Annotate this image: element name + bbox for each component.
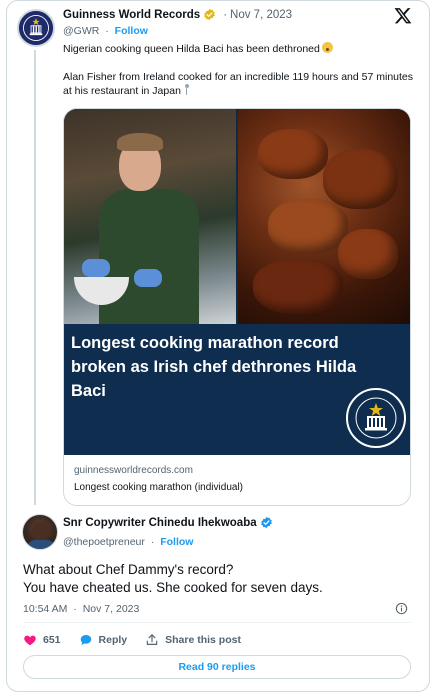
action-bar: 651 Reply Share this post [23,633,259,647]
divider [23,622,411,623]
flushed-face-emoji-icon [321,42,333,53]
reply-header: Snr Copywriter Chinedu Ihekwoaba [63,516,277,529]
card-headline: Longest cooking marathon record broken a… [71,334,357,400]
tweet-line-1: Nigerian cooking queen Hilda Baci has be… [63,43,320,55]
separator-dot: · [150,536,155,548]
round-pushpin-icon [184,84,190,95]
read-replies-button[interactable]: Read 90 replies [23,655,411,679]
card-image: Longest cooking marathon record broken a… [64,109,410,455]
thread-connector-line [34,50,36,505]
gwr-logo-icon [19,11,53,45]
blue-verified-badge-icon [260,516,273,529]
card-footer: guinnessworldrecords.com Longest cooking… [64,455,410,505]
like-count: 651 [43,634,61,646]
gwr-badge-logo-icon [345,387,407,449]
separator-dot: · [105,25,109,37]
share-label: Share this post [165,634,241,646]
tweet-line-2: Alan Fisher from Ireland cooked for an i… [63,71,414,97]
handle-row: @GWR · Follow [63,25,148,37]
card-domain: guinnessworldrecords.com [74,465,193,476]
food-photo [238,109,410,324]
follow-button[interactable]: Follow [115,25,148,37]
gold-verified-badge-icon [203,8,216,21]
chef-photo [64,109,236,324]
author-name[interactable]: Guinness World Records [63,9,200,21]
reply-author-handle[interactable]: @thepoetpreneur [63,536,145,548]
tweet-header: Guinness World Records · Nov 7, 2023 [63,8,292,21]
tweet-body: Nigerian cooking queen Hilda Baci has be… [63,42,413,98]
card-title: Longest cooking marathon (individual) [74,482,243,493]
reply-follow-button[interactable]: Follow [160,536,193,548]
tweet-date[interactable]: Nov 7, 2023 [230,9,292,21]
reply-button[interactable]: Reply [79,633,128,647]
reply-line-2: You have cheated us. She cooked for seve… [23,580,323,595]
reply-author-name[interactable]: Snr Copywriter Chinedu Ihekwoaba [63,517,257,529]
reply-author-avatar[interactable] [22,514,58,550]
reply-handle-row: @thepoetpreneur · Follow [63,536,193,548]
like-button[interactable]: 651 [23,633,61,647]
reply-time: 10:54 AM [23,603,68,615]
comment-bubble-icon [80,635,91,645]
gwr-avatar[interactable] [17,9,55,47]
x-logo-icon[interactable] [393,6,413,26]
separator-dot: · [73,603,77,615]
reply-timestamp[interactable]: 10:54 AM · Nov 7, 2023 [23,603,139,615]
heart-icon [24,635,36,646]
info-circle-icon[interactable] [395,602,408,615]
reply-date: Nov 7, 2023 [82,603,140,615]
reply-body: What about Chef Dammy's record? You have… [23,561,413,597]
reply-line-1: What about Chef Dammy's record? [23,562,234,577]
separator-dot: · [223,8,228,21]
share-upload-icon [146,634,158,645]
reply-label: Reply [98,634,128,646]
author-handle[interactable]: @GWR [63,25,99,37]
link-preview-card[interactable]: Longest cooking marathon record broken a… [63,108,411,506]
share-button[interactable]: Share this post [145,633,241,647]
